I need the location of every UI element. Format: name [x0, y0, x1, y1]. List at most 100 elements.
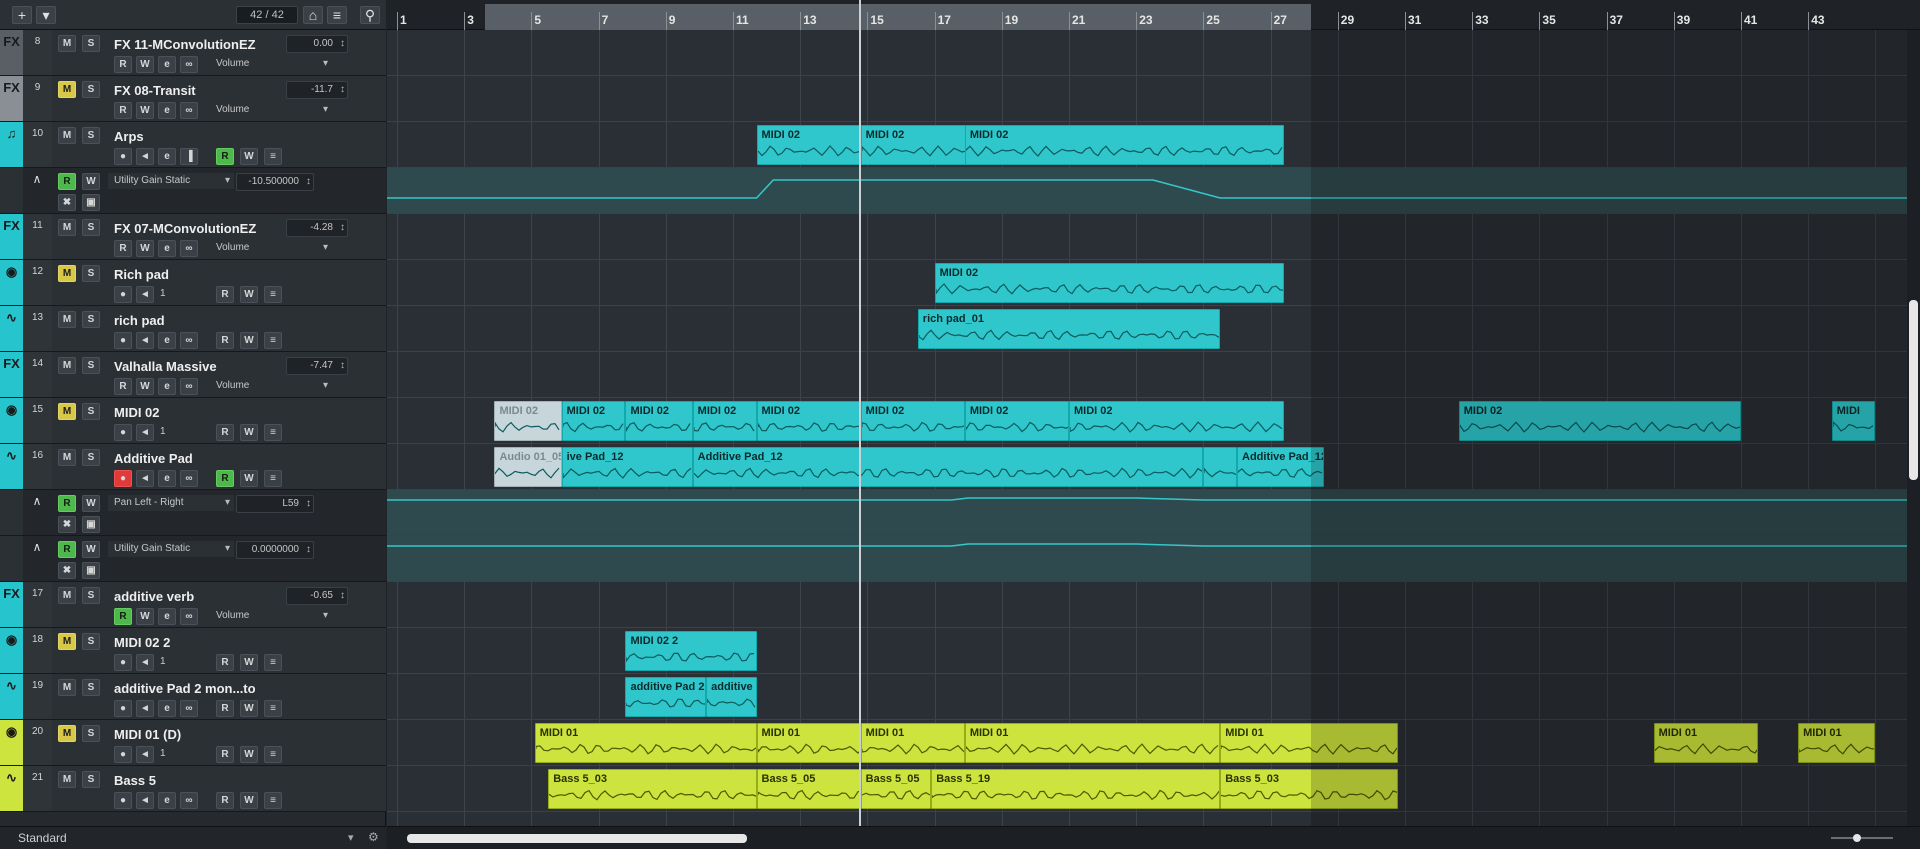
automation-parameter-select[interactable]: Volume — [210, 102, 332, 118]
event-part[interactable]: MIDI 01 — [964, 723, 1221, 763]
zoom-slider[interactable] — [1827, 831, 1897, 845]
solo-button[interactable]: S — [82, 633, 100, 650]
event-part[interactable]: MIDI 02 — [625, 401, 693, 441]
vertical-scrollbar[interactable] — [1907, 30, 1920, 826]
read-automation-button[interactable]: R — [114, 56, 132, 73]
write-automation-button[interactable]: W — [240, 286, 258, 303]
track-name[interactable]: Arps — [114, 129, 144, 144]
monitor-icon[interactable]: ◄ — [136, 700, 154, 717]
track-name[interactable]: MIDI 01 (D) — [114, 727, 181, 742]
event-part[interactable]: MIDI 01 — [756, 723, 861, 763]
automation-parameter-select[interactable]: Volume — [210, 56, 332, 72]
record-enable-button[interactable]: ● — [114, 654, 132, 671]
inspector-icon[interactable]: ≡ — [264, 792, 282, 809]
inspector-icon[interactable]: ≡ — [264, 148, 282, 165]
event-part[interactable]: MIDI 02 — [964, 401, 1069, 441]
event-part[interactable]: MIDI 02 2 — [625, 631, 757, 671]
mute-button[interactable]: M — [58, 357, 76, 374]
mute-button[interactable]: M — [58, 403, 76, 420]
track-name[interactable]: rich pad — [114, 313, 165, 328]
link-icon[interactable]: ∞ — [180, 332, 198, 349]
lock-icon[interactable]: ▣ — [82, 194, 100, 211]
monitor-icon[interactable]: ◄ — [136, 654, 154, 671]
link-icon[interactable]: ∞ — [180, 470, 198, 487]
read-automation-button[interactable]: R — [114, 240, 132, 257]
monitor-icon[interactable]: ◄ — [136, 332, 154, 349]
edit-icon[interactable]: e — [158, 148, 176, 165]
track-row[interactable]: ◉ 15 M S MIDI 02 ● ◄ 1 R W ≡ — [0, 398, 386, 444]
read-automation-button[interactable]: R — [216, 700, 234, 717]
read-automation-button[interactable]: R — [216, 792, 234, 809]
read-automation-button[interactable]: R — [216, 332, 234, 349]
event-part[interactable] — [1203, 447, 1237, 487]
solo-button[interactable]: S — [82, 357, 100, 374]
event-part[interactable]: additive — [706, 677, 757, 717]
write-automation-button[interactable]: W — [136, 102, 154, 119]
track-row[interactable]: ◉ 20 M S MIDI 01 (D) ● ◄ 1 R W ≡ — [0, 720, 386, 766]
add-track-menu-icon[interactable]: ▾ — [36, 6, 56, 24]
event-part[interactable]: MIDI 02 — [561, 401, 626, 441]
midi-channel-select[interactable]: 1 — [160, 426, 196, 437]
inspector-icon[interactable]: ≡ — [264, 332, 282, 349]
write-automation-button[interactable]: W — [240, 746, 258, 763]
automation-icon[interactable]: ∧ — [26, 172, 48, 190]
track-name[interactable]: FX 11-MConvolutionEZ — [114, 37, 256, 52]
link-icon[interactable]: ∞ — [180, 56, 198, 73]
automation-value[interactable]: 0.0000000 — [236, 541, 314, 559]
track-name[interactable]: Bass 5 — [114, 773, 156, 788]
mute-automation-icon[interactable]: ✖ — [58, 562, 76, 579]
event-part[interactable]: MIDI 02 — [756, 401, 861, 441]
event-part[interactable]: MIDI 01 — [534, 723, 757, 763]
timeline-ruler[interactable]: 1 3 5 7 9 11 13 15 17 19 21 23 25 27 29 31 33 35 37 39 41 43 — [387, 0, 1920, 30]
mute-button[interactable]: M — [58, 449, 76, 466]
track-name[interactable]: Additive Pad — [114, 451, 193, 466]
write-automation-button[interactable]: W — [240, 332, 258, 349]
horizontal-scrollbar[interactable] — [387, 826, 1920, 849]
record-enable-button[interactable]: ● — [114, 332, 132, 349]
track-row[interactable]: FX 17 MSadditive verb -0.65 RWe∞ Volume — [0, 582, 386, 628]
event-part[interactable]: MIDI 01 — [860, 723, 965, 763]
write-automation-button[interactable]: W — [136, 378, 154, 395]
volume-value[interactable]: -4.28 — [286, 219, 348, 237]
automation-value[interactable]: L59 — [236, 495, 314, 513]
volume-value[interactable]: -11.7 — [286, 81, 348, 99]
write-automation-button[interactable]: W — [240, 424, 258, 441]
record-enable-button[interactable]: ● — [114, 700, 132, 717]
volume-value[interactable]: -7.47 — [286, 357, 348, 375]
event-part[interactable]: Bass 5_19 — [931, 769, 1221, 809]
link-icon[interactable]: ∞ — [180, 240, 198, 257]
link-icon[interactable]: ∞ — [180, 608, 198, 625]
cycle-range[interactable] — [485, 4, 1311, 30]
read-automation-button[interactable]: R — [216, 424, 234, 441]
track-row[interactable]: FX 9 MS FX 08-Transit -11.7 RWe∞ Volume — [0, 76, 386, 122]
track-name[interactable]: Valhalla Massive — [114, 359, 217, 374]
mute-button[interactable]: M — [58, 771, 76, 788]
mute-automation-icon[interactable]: ✖ — [58, 194, 76, 211]
track-name[interactable]: FX 07-MConvolutionEZ — [114, 221, 256, 236]
track-row[interactable]: FX 11 MS FX 07-MConvolutionEZ -4.28 RWe∞ Volum… — [0, 214, 386, 260]
horizontal-scroll-thumb[interactable] — [407, 834, 747, 843]
solo-button[interactable]: S — [82, 81, 100, 98]
search-icon[interactable]: ⚲ — [360, 6, 380, 24]
monitor-icon[interactable]: ◄ — [136, 286, 154, 303]
inspector-icon[interactable]: ≡ — [264, 286, 282, 303]
read-automation-button[interactable]: R — [216, 654, 234, 671]
mute-button[interactable]: M — [58, 725, 76, 742]
event-part[interactable]: MIDI 02 — [860, 401, 965, 441]
solo-button[interactable]: S — [82, 311, 100, 328]
event-part[interactable]: MIDI 02 — [494, 401, 562, 441]
automation-parameter-select[interactable]: Volume — [210, 240, 332, 256]
solo-button[interactable]: S — [82, 771, 100, 788]
event-part[interactable]: ive Pad_12 — [561, 447, 693, 487]
link-icon[interactable]: ∞ — [180, 792, 198, 809]
volume-value[interactable]: -0.65 — [286, 587, 348, 605]
edit-icon[interactable]: e — [158, 332, 176, 349]
track-name[interactable]: additive Pad 2 mon...to — [114, 681, 256, 696]
edit-icon[interactable]: e — [158, 470, 176, 487]
record-enable-button[interactable]: ● — [114, 746, 132, 763]
event-part[interactable]: Bass 5_05 — [756, 769, 861, 809]
preset-dropdown-icon[interactable]: ▾ — [348, 831, 354, 844]
solo-button[interactable]: S — [82, 403, 100, 420]
midi-channel-select[interactable]: 1 — [160, 656, 196, 667]
track-name[interactable]: Rich pad — [114, 267, 169, 282]
